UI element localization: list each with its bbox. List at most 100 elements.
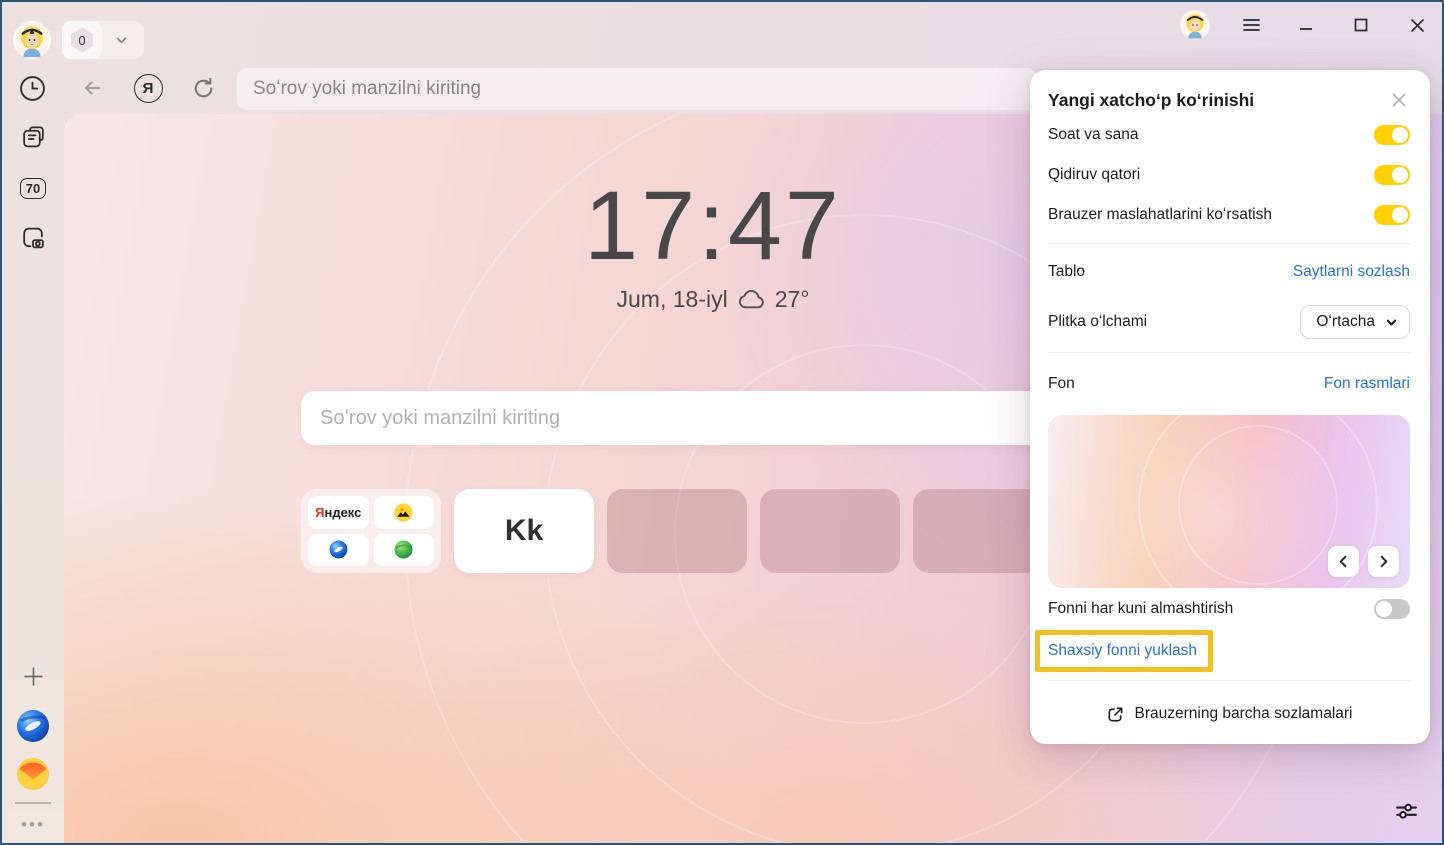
setting-label: Qidiruv qatori (1048, 166, 1140, 184)
profile-avatar-small[interactable] (1180, 10, 1210, 40)
browser-window: { "window": { "tab_badge": "0" }, "chrom… (0, 0, 1444, 845)
back-arrow-icon (80, 76, 104, 100)
setting-row-tips: Brauzer maslahatlarini koʻrsatish (1048, 195, 1410, 235)
speed-score-button[interactable]: 70 (2, 175, 64, 201)
subtile-browser[interactable] (308, 534, 369, 567)
toggle-browser-tips[interactable] (1374, 205, 1410, 225)
blue-sphere-icon (16, 709, 50, 743)
configure-sites-link[interactable]: Saytlarni sozlash (1293, 263, 1410, 281)
minimize-button[interactable] (1291, 10, 1321, 40)
subtile-yandex[interactable]: Яндекс (308, 496, 369, 529)
tab-counter-badge: 0 (70, 28, 94, 53)
add-panel-button[interactable] (2, 663, 64, 689)
setting-row-clock: Soat va sana (1048, 115, 1410, 155)
subtile-images[interactable] (374, 496, 435, 529)
external-link-icon (1106, 705, 1125, 724)
setting-label: Fonni har kuni almashtirish (1048, 600, 1233, 618)
background-preview (1048, 415, 1410, 588)
plus-icon (22, 665, 45, 688)
history-clock-icon (19, 75, 46, 102)
yandex-home-button[interactable]: Я (126, 62, 170, 114)
customize-background-button[interactable] (1392, 797, 1420, 825)
address-bar[interactable] (237, 68, 1037, 110)
tab-strip: 0 (2, 2, 1442, 62)
maximize-icon (1354, 18, 1368, 32)
yandex-logo-icon: Я (134, 74, 163, 103)
background-gallery-link[interactable]: Fon rasmlari (1324, 375, 1410, 393)
new-tab-settings-panel: Yangi xatchoʻp koʻrinishi Soat va sana Q… (1030, 70, 1430, 744)
tiles-row: Яндекс (301, 489, 1053, 573)
preview-ring (1178, 425, 1338, 585)
panel-title: Yangi xatchoʻp koʻrinishi (1048, 90, 1254, 111)
chevron-down-icon (114, 33, 129, 48)
tab-group: 0 (62, 21, 144, 59)
setting-label: Plitka oʻlchami (1048, 313, 1147, 331)
minimize-icon (1299, 18, 1313, 32)
all-settings-label: Brauzerning barcha sozlamalari (1135, 705, 1353, 723)
reload-button[interactable] (181, 62, 225, 114)
maximize-button[interactable] (1346, 10, 1376, 40)
hamburger-menu-icon (1243, 18, 1260, 32)
setting-row-tablo: Tablo Saytlarni sozlash (1048, 244, 1410, 300)
tutorial-highlight-box: Shaxsiy fonni yuklash (1035, 630, 1213, 672)
chevron-down-icon (1385, 316, 1398, 329)
tune-sliders-icon (1393, 798, 1420, 825)
notes-icon (20, 124, 47, 151)
close-icon (1410, 18, 1425, 33)
avatar-girl-icon (13, 21, 51, 59)
setting-label: Tablo (1048, 263, 1085, 281)
setting-label: Soat va sana (1048, 126, 1138, 144)
tile-size-value: Oʻrtacha (1316, 313, 1375, 331)
date-label: Jum, 18-iyl (617, 286, 728, 313)
setting-row-background: Fon Fon rasmlari (1048, 353, 1410, 415)
tile-bookmark-kk[interactable]: Kk (454, 489, 594, 573)
previous-background-button[interactable] (1328, 546, 1359, 577)
blue-sphere-small-icon (329, 540, 348, 559)
tile-size-select[interactable]: Oʻrtacha (1300, 305, 1410, 339)
chevron-left-icon (1337, 555, 1350, 568)
green-sphere-icon (394, 540, 413, 559)
close-window-button[interactable] (1402, 10, 1432, 40)
temperature-label[interactable]: 27° (775, 286, 810, 313)
toggle-clock-date[interactable] (1374, 125, 1410, 145)
avatar-girl-icon (1180, 10, 1210, 40)
setting-label: Fon (1048, 375, 1075, 393)
address-input[interactable] (237, 68, 1037, 110)
screenshot-button[interactable] (2, 224, 64, 252)
more-dots-icon: ••• (21, 815, 45, 835)
tile-letter-label: Kk (505, 514, 543, 548)
yandex-images-icon (394, 503, 413, 522)
toggle-search-row[interactable] (1374, 165, 1410, 185)
all-settings-button[interactable]: Brauzerning barcha sozlamalari (1048, 681, 1410, 747)
setting-row-daily-background: Fonni har kuni almashtirish (1048, 588, 1410, 630)
profile-avatar[interactable] (13, 21, 51, 59)
tile-placeholder[interactable] (607, 489, 747, 573)
reload-icon (191, 76, 216, 101)
panel-close-button[interactable] (1388, 89, 1410, 111)
next-background-button[interactable] (1368, 546, 1399, 577)
toggle-daily-background[interactable] (1374, 599, 1410, 619)
tile-placeholder[interactable] (760, 489, 900, 573)
back-button[interactable] (70, 62, 114, 114)
setting-row-tile-size: Plitka oʻlchami Oʻrtacha (1048, 300, 1410, 344)
yandex-browser-shortcut[interactable] (2, 709, 64, 743)
upload-personal-background-link[interactable]: Shaxsiy fonni yuklash (1048, 642, 1197, 659)
yandex-wordmark: Яндекс (315, 505, 361, 520)
active-tab[interactable]: 0 (62, 21, 102, 59)
chevron-right-icon (1377, 555, 1390, 568)
setting-label: Brauzer maslahatlarini koʻrsatish (1048, 206, 1272, 224)
cloud-icon (737, 289, 766, 310)
subtile-green-service[interactable] (374, 534, 435, 567)
sidebar-divider (15, 802, 51, 804)
history-button[interactable] (10, 62, 54, 114)
notes-button[interactable] (2, 124, 64, 150)
mail-envelope-icon (16, 757, 50, 791)
sidebar-more-button[interactable]: ••• (2, 816, 64, 834)
setting-row-search: Qidiruv qatori (1048, 155, 1410, 195)
menu-button[interactable] (1236, 10, 1266, 40)
tile-yandex-group[interactable]: Яндекс (301, 489, 441, 573)
tab-list-dropdown[interactable] (114, 33, 129, 48)
yandex-mail-shortcut[interactable] (2, 757, 64, 791)
close-icon (1391, 92, 1407, 108)
speed-score-badge: 70 (20, 178, 46, 199)
